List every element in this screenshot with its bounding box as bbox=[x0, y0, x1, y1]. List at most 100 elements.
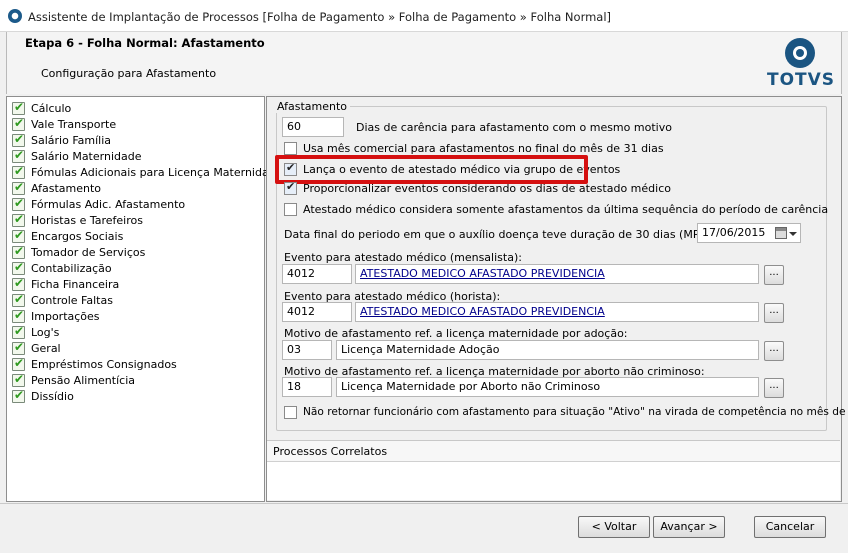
evento-horista-desc[interactable]: ATESTADO MEDICO AFASTADO PREVIDENCIA bbox=[355, 302, 759, 322]
evento-mensalista-desc[interactable]: ATESTADO MEDICO AFASTADO PREVIDENCIA bbox=[355, 264, 759, 284]
nao-retornar-checkbox[interactable] bbox=[284, 406, 297, 419]
app-icon bbox=[8, 9, 22, 23]
title-bar: Assistente de Implantação de Processos [… bbox=[0, 0, 848, 32]
sidebar-item-label: Cálculo bbox=[31, 101, 72, 115]
data-final-value: 17/06/2015 bbox=[702, 226, 766, 239]
checklist-icon bbox=[12, 372, 25, 387]
sidebar-item-label: Controle Faltas bbox=[31, 293, 113, 307]
checklist-icon bbox=[12, 132, 25, 147]
evento-horista-code[interactable]: 4012 bbox=[282, 302, 352, 322]
sidebar-item[interactable]: Empréstimos Consignados bbox=[7, 356, 264, 372]
proporcionalizar-checkbox[interactable] bbox=[284, 180, 297, 195]
step-subtitle: Configuração para Afastamento bbox=[41, 67, 217, 80]
motivo-adocao-lookup-button[interactable]: ... bbox=[764, 341, 784, 361]
sidebar-item[interactable]: Fórmulas Adic. Afastamento bbox=[7, 196, 264, 212]
sidebar-item[interactable]: Horistas e Tarefeiros bbox=[7, 212, 264, 228]
motivo-aborto-desc[interactable]: Licença Maternidade por Aborto não Crimi… bbox=[336, 377, 759, 397]
processos-correlatos-panel: Processos Correlatos bbox=[267, 440, 840, 500]
chevron-down-icon[interactable] bbox=[789, 232, 797, 236]
sidebar-item-label: Salário Família bbox=[31, 133, 112, 147]
evento-mensalista-code[interactable]: 4012 bbox=[282, 264, 352, 284]
sidebar-item[interactable]: Dissídio bbox=[7, 388, 264, 404]
ultima-sequencia-checkbox[interactable] bbox=[284, 203, 297, 216]
sidebar-item-label: Salário Maternidade bbox=[31, 149, 142, 163]
sidebar-item-label: Fórmulas Adic. Afastamento bbox=[31, 197, 186, 211]
checklist-icon bbox=[12, 196, 25, 211]
sidebar-item[interactable]: Vale Transporte bbox=[7, 116, 264, 132]
sidebar-item[interactable]: Cálculo bbox=[7, 100, 264, 116]
sidebar-item[interactable]: Fómulas Adicionais para Licença Maternid… bbox=[7, 164, 282, 180]
sidebar-item[interactable]: Afastamento bbox=[7, 180, 264, 196]
checklist-icon bbox=[12, 308, 25, 323]
sidebar-item[interactable]: Contabilização bbox=[7, 260, 264, 276]
totvs-logo-icon bbox=[785, 38, 815, 68]
motivo-aborto-lookup-button[interactable]: ... bbox=[764, 378, 784, 398]
step-title: Etapa 6 - Folha Normal: Afastamento bbox=[25, 36, 265, 50]
carencia-label: Dias de carência para afastamento com o … bbox=[356, 121, 672, 134]
sidebar-item-label: Importações bbox=[31, 309, 100, 323]
cancelar-button[interactable]: Cancelar bbox=[754, 516, 826, 538]
checklist-icon bbox=[12, 244, 25, 259]
sidebar-item[interactable]: Pensão Alimentícia bbox=[7, 372, 264, 388]
checklist-icon bbox=[12, 292, 25, 307]
motivo-adocao-label: Motivo de afastamento ref. a licença mat… bbox=[284, 327, 628, 340]
motivo-adocao-desc[interactable]: Licença Maternidade Adoção bbox=[336, 340, 759, 360]
evento-horista-lookup-button[interactable]: ... bbox=[764, 303, 784, 323]
sidebar-item-label: Encargos Sociais bbox=[31, 229, 124, 243]
totvs-logo-text: TOTVS bbox=[767, 70, 836, 90]
sidebar-item[interactable]: Encargos Sociais bbox=[7, 228, 264, 244]
window-title: Assistente de Implantação de Processos [… bbox=[28, 10, 612, 24]
data-final-label: Data final do periodo em que o auxílio d… bbox=[284, 228, 732, 241]
checklist-icon bbox=[12, 324, 25, 339]
checklist-icon bbox=[12, 228, 25, 243]
checklist-icon bbox=[12, 100, 25, 115]
checklist-icon bbox=[12, 356, 25, 371]
carencia-days-input[interactable]: 60 bbox=[282, 117, 344, 137]
sidebar-item-label: Fómulas Adicionais para Licença Maternid… bbox=[31, 165, 283, 179]
nao-retornar-label: Não retornar funcionário com afastamento… bbox=[303, 406, 848, 418]
checklist-icon bbox=[12, 148, 25, 163]
footer-divider bbox=[0, 503, 848, 504]
sidebar-item-label: Geral bbox=[31, 341, 61, 355]
sidebar-item-label: Afastamento bbox=[31, 181, 102, 195]
sidebar-item[interactable]: Ficha Financeira bbox=[7, 276, 264, 292]
sidebar-item[interactable]: Importações bbox=[7, 308, 264, 324]
sidebar-item[interactable]: Log's bbox=[7, 324, 264, 340]
sidebar-item-label: Empréstimos Consignados bbox=[31, 357, 177, 371]
sidebar-item-label: Contabilização bbox=[31, 261, 112, 275]
sidebar-item-label: Vale Transporte bbox=[31, 117, 117, 131]
motivo-adocao-code[interactable]: 03 bbox=[282, 340, 332, 360]
evento-mensalista-lookup-button[interactable]: ... bbox=[764, 265, 784, 285]
sidebar-item-label: Horistas e Tarefeiros bbox=[31, 213, 143, 227]
mes-comercial-checkbox[interactable] bbox=[284, 142, 297, 155]
motivo-aborto-code[interactable]: 18 bbox=[282, 377, 332, 397]
sidebar-item-label: Log's bbox=[31, 325, 60, 339]
sidebar-item-label: Tomador de Serviços bbox=[31, 245, 146, 259]
checklist-icon bbox=[12, 276, 25, 291]
proporcionalizar-label: Proporcionalizar eventos considerando os… bbox=[303, 182, 671, 195]
sidebar-item[interactable]: Tomador de Serviços bbox=[7, 244, 264, 260]
sidebar-item-label: Pensão Alimentícia bbox=[31, 373, 135, 387]
sidebar-item-label: Ficha Financeira bbox=[31, 277, 120, 291]
checklist-icon bbox=[12, 212, 25, 227]
evento-mensalista-label: Evento para atestado médico (mensalista)… bbox=[284, 251, 522, 264]
sidebar-item[interactable]: Salário Família bbox=[7, 132, 264, 148]
wizard-header: Etapa 6 - Folha Normal: Afastamento Conf… bbox=[6, 32, 842, 94]
steps-list: Cálculo Vale Transporte Salário Família Sal… bbox=[6, 96, 282, 502]
avancar-button[interactable]: Avançar > bbox=[653, 516, 725, 538]
processos-correlatos-title: Processos Correlatos bbox=[267, 441, 840, 462]
sidebar-item[interactable]: Geral bbox=[7, 340, 264, 356]
highlight-box bbox=[275, 155, 588, 184]
checklist-icon bbox=[12, 260, 25, 275]
ultima-sequencia-label: Atestado médico considera somente afasta… bbox=[303, 203, 829, 216]
totvs-logo: TOTVS bbox=[765, 35, 835, 91]
calendar-icon[interactable] bbox=[775, 227, 787, 239]
checklist-icon bbox=[12, 116, 25, 131]
sidebar-item[interactable]: Salário Maternidade bbox=[7, 148, 264, 164]
checklist-icon bbox=[12, 388, 25, 403]
voltar-button[interactable]: < Voltar bbox=[578, 516, 650, 538]
sidebar-item[interactable]: Controle Faltas bbox=[7, 292, 264, 308]
checklist-icon bbox=[12, 164, 25, 179]
checklist-icon bbox=[12, 180, 25, 195]
checklist-icon bbox=[12, 340, 25, 355]
